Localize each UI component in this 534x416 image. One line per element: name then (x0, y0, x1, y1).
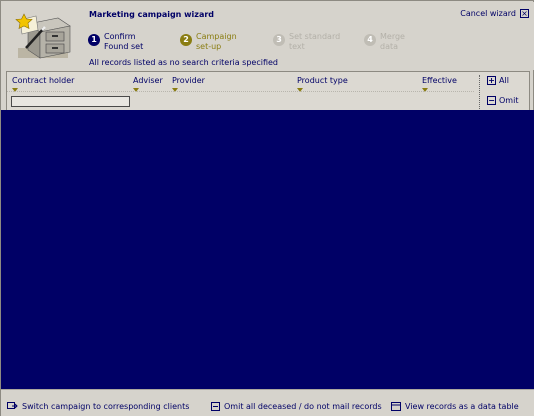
step-label-line2: data (380, 42, 399, 51)
step-number-icon: 4 (364, 34, 376, 46)
step-number-icon: 3 (273, 34, 285, 46)
step-label-line1: Merge (380, 32, 405, 41)
omit-deceased-button[interactable]: Omit all deceased / do not mail records (211, 402, 382, 411)
omit-label: Omit (499, 96, 519, 105)
switch-campaign-label: Switch campaign to corresponding clients (22, 402, 190, 411)
column-divider (479, 75, 480, 109)
step-label-line1: Confirm (104, 32, 136, 41)
column-header-product-type[interactable]: Product type (297, 76, 348, 92)
view-data-table-label: View records as a data table (405, 402, 519, 411)
step-label-line1: Set standard (289, 32, 341, 41)
minus-icon: − (487, 96, 496, 105)
cancel-wizard-label: Cancel wizard (460, 9, 516, 18)
wizard-footer: Switch campaign to corresponding clients… (1, 389, 534, 416)
omit-button[interactable]: − Omit (487, 96, 518, 105)
file-cabinet-wizard-icon (14, 10, 72, 62)
switch-campaign-button[interactable]: Switch campaign to corresponding clients (7, 402, 189, 411)
omit-deceased-label: Omit all deceased / do not mail records (224, 402, 382, 411)
plus-icon: + (487, 76, 496, 85)
wizard-window: Marketing campaign wizard Cancel wizard … (0, 0, 534, 416)
table-icon (391, 402, 401, 411)
column-header-contract-holder[interactable]: Contract holder (12, 76, 74, 92)
search-criteria-notice: All records listed as no search criteria… (89, 58, 279, 67)
switch-clients-icon (7, 402, 18, 409)
step-label-line2: set-up (196, 42, 222, 51)
wizard-header: Marketing campaign wizard Cancel wizard … (2, 2, 534, 70)
header-divider (7, 91, 474, 92)
step-campaign-set-up[interactable]: 2 Campaign set-up (180, 32, 237, 52)
close-icon: × (520, 9, 529, 18)
column-label: Contract holder (12, 76, 75, 85)
step-label-line1: Campaign (196, 32, 237, 41)
select-all-label: All (499, 76, 509, 85)
minus-box-icon (211, 402, 220, 411)
step-merge-data: 4 Merge data (364, 32, 405, 52)
step-label-line2: Found set (104, 42, 144, 51)
select-all-button[interactable]: + All (487, 76, 509, 85)
step-set-standard-text: 3 Set standard text (273, 32, 340, 52)
column-header-effective[interactable]: Effective (422, 76, 457, 92)
step-label-line2: text (289, 42, 305, 51)
step-number-icon: 1 (88, 34, 100, 46)
column-header-provider[interactable]: Provider (172, 76, 205, 92)
records-list-area[interactable] (1, 110, 534, 389)
column-header-adviser[interactable]: Adviser (133, 76, 163, 92)
column-label: Effective (422, 76, 457, 85)
step-confirm-found-set[interactable]: 1 Confirm Found set (88, 32, 143, 52)
records-table-header: Contract holder Adviser Provider Product… (6, 71, 530, 110)
column-label: Provider (172, 76, 205, 85)
column-label: Adviser (133, 76, 163, 85)
column-label: Product type (297, 76, 348, 85)
contract-holder-filter-input[interactable] (11, 96, 130, 107)
view-data-table-button[interactable]: View records as a data table (391, 402, 519, 411)
step-number-icon: 2 (180, 34, 192, 46)
wizard-title: Marketing campaign wizard (89, 10, 215, 19)
cancel-wizard-button[interactable]: Cancel wizard × (460, 9, 529, 18)
